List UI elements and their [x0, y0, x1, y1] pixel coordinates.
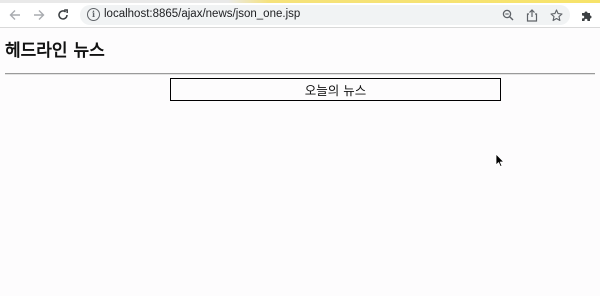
star-icon[interactable] [548, 7, 564, 23]
share-icon[interactable] [524, 7, 540, 23]
puzzle-icon[interactable] [578, 7, 594, 23]
browser-window: i localhost:8865/ajax/news/json_one.jsp … [0, 0, 600, 296]
forward-arrow-icon[interactable] [30, 6, 48, 24]
address-bar[interactable]: i localhost:8865/ajax/news/json_one.jsp [80, 5, 570, 25]
divider [5, 73, 595, 75]
mouse-cursor-icon [495, 153, 505, 167]
reload-icon[interactable] [54, 6, 72, 24]
page-content: 헤드라인 뉴스 오늘의 뉴스 [0, 28, 600, 296]
news-box-label: 오늘의 뉴스 [304, 83, 367, 98]
page-title: 헤드라인 뉴스 [5, 41, 105, 61]
browser-toolbar: i localhost:8865/ajax/news/json_one.jsp [0, 3, 600, 28]
back-arrow-icon[interactable] [6, 6, 24, 24]
news-box: 오늘의 뉴스 [170, 78, 501, 101]
info-icon[interactable]: i [87, 8, 100, 21]
url-text[interactable]: localhost:8865/ajax/news/json_one.jsp [104, 8, 300, 20]
zoom-icon[interactable] [500, 7, 516, 23]
